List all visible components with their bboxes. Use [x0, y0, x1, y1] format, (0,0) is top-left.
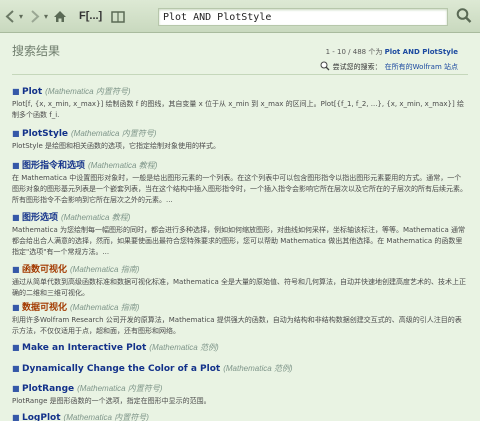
result-interactive-plot: ■ Make an Interactive Plot (Mathematica …	[12, 342, 468, 353]
bullet-icon: ■	[12, 87, 20, 96]
result-title[interactable]: 图形指令和选项	[22, 158, 85, 171]
result-count-query: Plot AND PlotStyle	[384, 48, 458, 56]
result-type: (Mathematica 范例)	[223, 364, 293, 373]
book-icon[interactable]	[110, 7, 126, 26]
result-count: 1 - 10 / 488 个为 Plot AND PlotStyle	[326, 47, 458, 57]
result-description: 在 Mathematica 中设置图形对象时，一般是给出图形元素的一个列表。在这…	[12, 174, 467, 204]
bullet-icon: ■	[12, 161, 20, 170]
result-function-visualization: ■ 函数可视化 (Mathematica 指南) 通过从简单代数到高级函数标准和…	[12, 262, 468, 299]
result-type: (Mathematica 内置符号)	[71, 129, 157, 138]
result-graphics-directives: ■ 图形指令和选项 (Mathematica 教程) 在 Mathematica…	[12, 158, 468, 206]
result-type: (Mathematica 教程)	[88, 161, 158, 170]
forward-dropdown-icon[interactable]: ▾	[42, 7, 50, 26]
back-dropdown-icon[interactable]: ▾	[17, 7, 25, 26]
result-change-color: ■ Dynamically Change the Color of a Plot…	[12, 363, 468, 374]
result-title[interactable]: Dynamically Change the Color of a Plot	[22, 364, 220, 374]
back-arrow-icon[interactable]	[3, 7, 17, 26]
result-count-prefix: 1 - 10 / 488 个为	[325, 48, 383, 56]
bullet-icon: ■	[12, 364, 20, 373]
result-title[interactable]: 图形选项	[22, 210, 58, 223]
search-also: 尝试您的搜索： 在所有的Wolfram 站点	[320, 61, 458, 73]
result-title[interactable]: Plot	[22, 87, 42, 97]
bullet-icon: ■	[12, 384, 20, 393]
result-description: 利用许多Wolfram Research 公司开发的原算法，Mathematic…	[12, 316, 462, 335]
result-type: (Mathematica 内置符号)	[77, 384, 163, 393]
result-description: 通过从简单代数到高级函数标准和数据可视化标准，Mathematica 全是大量的…	[12, 278, 466, 297]
result-plotstyle: ■ PlotStyle (Mathematica 内置符号) PlotStyle…	[12, 128, 468, 152]
search-also-label: 尝试您的搜索：	[332, 63, 382, 71]
result-logplot: ■ LogPlot (Mathematica 内置符号)	[12, 412, 468, 421]
bullet-icon: ■	[12, 265, 20, 274]
divider	[12, 74, 468, 75]
page-title: 搜索结果	[12, 44, 61, 58]
search-icon[interactable]	[455, 6, 473, 25]
result-title[interactable]: Make an Interactive Plot	[22, 343, 146, 353]
result-plotrange: ■ PlotRange (Mathematica 内置符号) PlotRange…	[12, 383, 468, 407]
result-title[interactable]: PlotStyle	[22, 129, 68, 139]
bullet-icon: ■	[12, 129, 20, 138]
forward-arrow-icon[interactable]	[28, 7, 42, 26]
bullet-icon: ■	[12, 213, 20, 222]
result-type: (Mathematica 范例)	[149, 343, 219, 352]
result-type: (Mathematica 教程)	[61, 213, 131, 222]
home-icon[interactable]	[52, 7, 68, 26]
search-all-wolfram-link[interactable]: 在所有的Wolfram 站点	[385, 62, 458, 72]
zoom-search-icon	[320, 61, 330, 73]
bullet-icon: ■	[12, 303, 20, 312]
result-description: PlotStyle 是绘图和相关函数的选项，它指定绘制对象使用的样式。	[12, 142, 220, 150]
result-title[interactable]: 数据可视化	[22, 300, 67, 313]
toolbar: ▾ ▾ F[...]	[0, 0, 480, 33]
search-input[interactable]	[158, 8, 448, 26]
bullet-icon: ■	[12, 413, 20, 421]
result-description: PlotRange 是图形函数的一个选项，指定在图形中显示的范围。	[12, 397, 211, 405]
result-type: (Mathematica 内置符号)	[45, 87, 131, 96]
result-title[interactable]: LogPlot	[22, 413, 61, 421]
result-title[interactable]: 函数可视化	[22, 262, 67, 275]
result-description: Mathematica 为您绘制每一幅图形的同时，都会进行多种选择，例如如何缩放…	[12, 226, 465, 256]
result-title[interactable]: PlotRange	[22, 384, 74, 394]
result-description: Plot[f, {x, x_min, x_max}] 绘制函数 f 的图线，其自…	[12, 100, 464, 119]
result-graphics-options: ■ 图形选项 (Mathematica 教程) Mathematica 为您绘制…	[12, 210, 468, 258]
result-type: (Mathematica 指南)	[70, 303, 140, 312]
bullet-icon: ■	[12, 343, 20, 352]
breadcrumb[interactable]: F[...]	[79, 7, 102, 26]
result-type: (Mathematica 指南)	[70, 265, 140, 274]
result-type: (Mathematica 内置符号)	[63, 413, 149, 421]
result-data-visualization: ■ 数据可视化 (Mathematica 指南) 利用许多Wolfram Res…	[12, 300, 468, 337]
result-plot: ■ Plot (Mathematica 内置符号) Plot[f, {x, x_…	[12, 86, 468, 121]
